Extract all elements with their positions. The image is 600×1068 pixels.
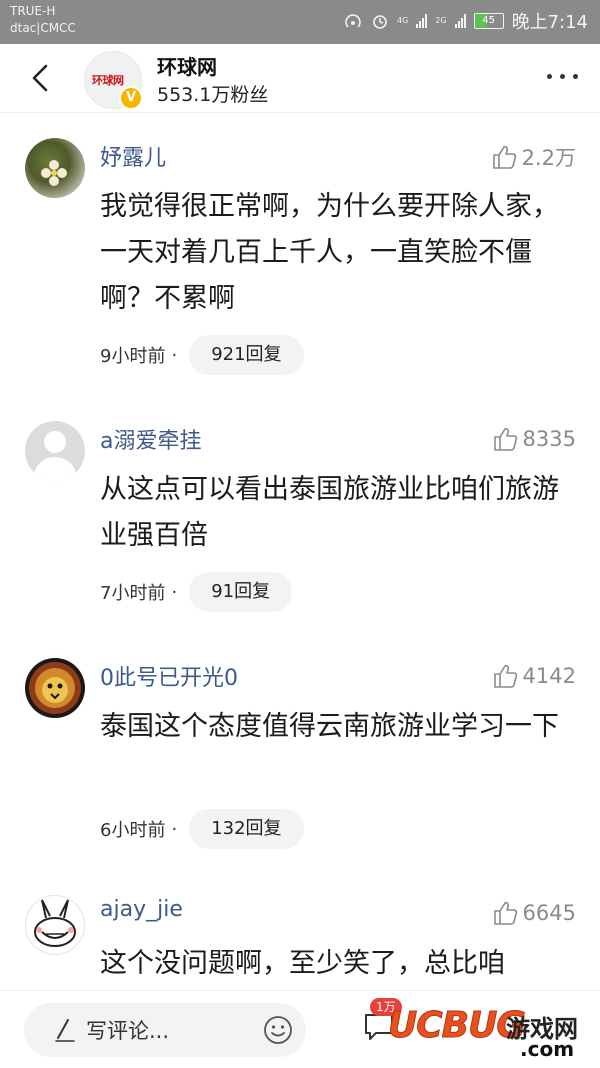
more-options-button[interactable] xyxy=(547,74,578,79)
comment-text: 这个没问题啊，至少笑了，总比咱 xyxy=(100,948,505,979)
meta-separator: · xyxy=(171,344,178,366)
user-avatar[interactable] xyxy=(25,138,85,198)
signal-icon-1 xyxy=(416,14,428,28)
more-dot-icon xyxy=(560,74,565,79)
battery-level: 45 xyxy=(482,15,495,26)
status-icons: 4G 2G 45 晚上7:14 xyxy=(343,8,588,34)
account-name[interactable]: 环球网 xyxy=(157,51,217,80)
network-type-2: 2G xyxy=(435,16,447,25)
emoji-icon[interactable] xyxy=(262,1014,294,1046)
comment-username[interactable]: a溺爱牵挂 xyxy=(100,423,201,455)
more-dot-icon xyxy=(573,74,578,79)
meta-separator: · xyxy=(171,818,178,840)
thumbs-up-icon xyxy=(493,427,517,451)
write-comment-placeholder: 写评论... xyxy=(86,1019,170,1043)
account-followers: 553.1万粉丝 xyxy=(157,84,269,106)
comment-meta: 7小时前 · 91回复 xyxy=(100,572,293,612)
lion-icon xyxy=(29,662,81,714)
like-count: 2.2万 xyxy=(521,146,576,170)
more-dot-icon xyxy=(547,74,552,79)
verified-badge-icon: V xyxy=(119,86,143,110)
site-watermark: UCBUG 游戏网 .com xyxy=(388,999,594,1062)
carrier-primary: TRUE-H xyxy=(10,4,56,18)
user-avatar[interactable] xyxy=(25,895,85,955)
thumbs-up-icon xyxy=(493,664,517,688)
back-button[interactable] xyxy=(22,58,62,98)
like-count: 8335 xyxy=(522,427,576,451)
like-count: 4142 xyxy=(522,664,576,688)
pen-icon xyxy=(55,1019,75,1042)
carrier-secondary: dtac|CMCC xyxy=(10,21,76,35)
status-bar: TRUE-H dtac|CMCC 4G 2G 45 晚上7:14 xyxy=(0,0,600,44)
like-button[interactable]: 8335 xyxy=(491,425,576,453)
reply-count-button[interactable]: 91回复 xyxy=(189,572,293,612)
network-type-1: 4G xyxy=(396,16,409,25)
app-header: 环球网 V 环球网 553.1万粉丝 xyxy=(0,44,600,113)
reply-count-button[interactable]: 921回复 xyxy=(189,335,304,375)
comment-text: 我觉得很正常啊，为什么要开除人家，一天对着几百上千人，一直笑脸不僵啊？不累啊 xyxy=(100,191,559,314)
comment-text: 泰国这个态度值得云南旅游业学习一下 xyxy=(100,711,559,742)
write-comment-input[interactable]: 写评论... xyxy=(24,1003,306,1057)
carrier-info: TRUE-H dtac|CMCC xyxy=(10,3,76,37)
chevron-left-icon xyxy=(32,64,48,92)
comment-username[interactable]: ajay_jie xyxy=(100,897,183,922)
comment-time: 9小时前 xyxy=(100,346,166,367)
comment-time: 6小时前 xyxy=(100,820,166,841)
alarm-icon xyxy=(373,15,387,29)
battery-icon: 45 xyxy=(473,13,504,29)
thumbs-up-icon xyxy=(493,901,517,925)
thumbs-up-icon xyxy=(492,145,516,169)
user-avatar[interactable] xyxy=(25,421,85,481)
signal-icon-2 xyxy=(454,14,466,28)
like-count: 6645 xyxy=(522,901,576,925)
reply-count-button[interactable]: 132回复 xyxy=(189,809,304,849)
bottom-bar: 写评论... 1万 UCBUG 游戏网 .com xyxy=(0,990,600,1068)
status-time: 晚上7:14 xyxy=(511,12,588,33)
hotspot-icon xyxy=(345,14,361,28)
comment-meta: 6小时前 · 132回复 xyxy=(100,809,304,849)
comment-meta: 9小时前 · 921回复 xyxy=(100,335,304,375)
comment-username[interactable]: 妤露儿 xyxy=(100,140,166,172)
like-button[interactable]: 4142 xyxy=(491,662,576,690)
like-button[interactable]: 2.2万 xyxy=(490,142,576,172)
rabbit-face-icon xyxy=(34,899,76,947)
logo-text: 环球网 xyxy=(92,74,124,87)
comment-text: 从这点可以看出泰国旅游业比咱们旅游业强百倍 xyxy=(100,474,559,551)
watermark-logo: UCBUG xyxy=(388,1005,527,1047)
watermark-domain: .com xyxy=(520,1037,575,1061)
user-avatar[interactable] xyxy=(25,658,85,718)
comment-username[interactable]: 0此号已开光0 xyxy=(100,660,238,692)
comment-time: 7小时前 xyxy=(100,583,166,604)
meta-separator: · xyxy=(171,581,178,603)
account-avatar[interactable]: 环球网 V xyxy=(84,51,143,110)
like-button[interactable]: 6645 xyxy=(491,899,576,927)
